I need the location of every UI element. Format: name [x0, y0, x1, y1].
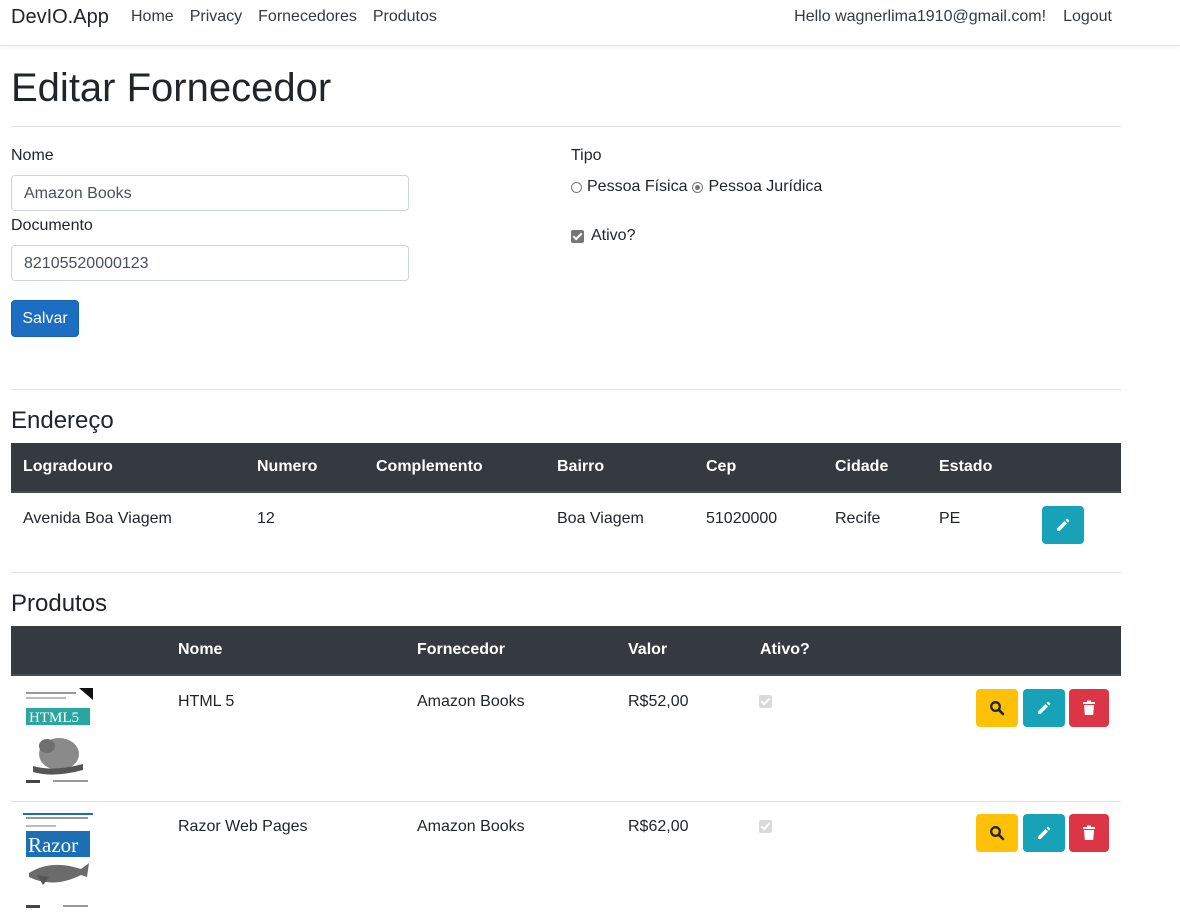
cell-cep: 51020000 [706, 510, 778, 527]
th-cep: Cep [706, 458, 737, 475]
cell-bairro: Boa Viagem [557, 510, 644, 527]
cell-fornecedor: Amazon Books [417, 693, 525, 710]
th-logradouro: Logradouro [23, 458, 113, 475]
cell-cidade: Recife [835, 510, 881, 527]
delete-button[interactable] [1069, 814, 1109, 852]
logout-button[interactable]: Logout [1063, 8, 1112, 26]
radio-pessoa-juridica-label: Pessoa Jurídica [708, 178, 823, 195]
cell-valor: R$52,00 [628, 693, 689, 710]
documento-label: Documento [11, 217, 93, 234]
th-valor: Valor [628, 641, 668, 658]
nav-user: Hello wagnerlima1910@gmail.com! Logout [794, 8, 1112, 26]
search-icon [990, 701, 1005, 716]
delete-button[interactable] [1069, 689, 1109, 727]
th-complemento: Complemento [376, 458, 483, 475]
th-fornecedor: Fornecedor [417, 641, 506, 658]
product-image: HTML5 [23, 688, 93, 788]
divider [11, 389, 1121, 390]
produtos-table-header: Nome Fornecedor Valor Ativo? [11, 626, 1121, 676]
th-numero: Numero [257, 458, 318, 475]
pencil-icon [1038, 826, 1051, 839]
cover-title: HTML5 [29, 710, 79, 726]
cell-estado: PE [939, 510, 961, 527]
nav-links: Home Privacy Fornecedores Produtos [131, 8, 453, 26]
details-button[interactable] [976, 689, 1018, 727]
endereco-title: Endereço [11, 407, 114, 434]
produtos-title: Produtos [11, 590, 108, 617]
edit-button[interactable] [1023, 689, 1065, 727]
th-bairro: Bairro [557, 458, 605, 475]
ativo-checkbox-disabled [759, 820, 772, 833]
th-nome: Nome [178, 641, 223, 658]
trash-icon [1083, 700, 1095, 715]
nav-link-privacy[interactable]: Privacy [190, 8, 242, 26]
cell-logradouro: Avenida Boa Viagem [23, 510, 172, 527]
cell-valor: R$62,00 [628, 818, 689, 835]
page-title: Editar Fornecedor [11, 66, 332, 110]
user-greeting[interactable]: Hello wagnerlima1910@gmail.com! [794, 8, 1046, 26]
cell-numero: 12 [257, 510, 275, 527]
ativo-label: Ativo? [591, 227, 636, 244]
edit-button[interactable] [1023, 814, 1065, 852]
cover-title: Razor [28, 833, 78, 857]
cell-nome: Razor Web Pages [178, 818, 308, 835]
ativo-checkbox[interactable] [571, 229, 584, 243]
save-button[interactable]: Salvar [11, 300, 79, 337]
edit-endereco-button[interactable] [1042, 506, 1084, 544]
brand-link[interactable]: DevIO.App [11, 6, 109, 29]
th-ativo: Ativo? [760, 641, 810, 658]
documento-input[interactable]: 82105520000123 [11, 245, 409, 281]
nome-input[interactable]: Amazon Books [11, 175, 409, 211]
navbar: DevIO.App Home Privacy Fornecedores Prod… [0, 0, 1180, 46]
product-image: Razor [23, 813, 93, 913]
endereco-table-header: Logradouro Numero Complemento Bairro Cep… [11, 443, 1121, 493]
nav-link-home[interactable]: Home [131, 8, 174, 26]
tipo-label: Tipo [571, 147, 602, 164]
pencil-icon [1057, 518, 1070, 531]
radio-pessoa-fisica-label: Pessoa Física [587, 178, 688, 195]
radio-pessoa-fisica[interactable] [571, 181, 582, 193]
ativo-checkbox-row: Ativo? [571, 227, 635, 245]
divider [11, 572, 1121, 573]
nav-link-fornecedores[interactable]: Fornecedores [258, 8, 357, 26]
radio-pessoa-juridica[interactable] [692, 181, 704, 193]
cell-nome: HTML 5 [178, 693, 235, 710]
ativo-checkbox-disabled [759, 695, 772, 708]
row-divider [11, 801, 1121, 802]
divider [11, 126, 1121, 127]
th-cidade: Cidade [835, 458, 889, 475]
pencil-icon [1038, 701, 1051, 714]
trash-icon [1083, 825, 1095, 840]
nome-label: Nome [11, 147, 54, 164]
th-estado: Estado [939, 458, 993, 475]
details-button[interactable] [976, 814, 1018, 852]
tipo-radio-group: Pessoa Física Pessoa Jurídica [571, 178, 822, 196]
search-icon [990, 826, 1005, 841]
cell-fornecedor: Amazon Books [417, 818, 525, 835]
nav-link-produtos[interactable]: Produtos [373, 8, 437, 26]
